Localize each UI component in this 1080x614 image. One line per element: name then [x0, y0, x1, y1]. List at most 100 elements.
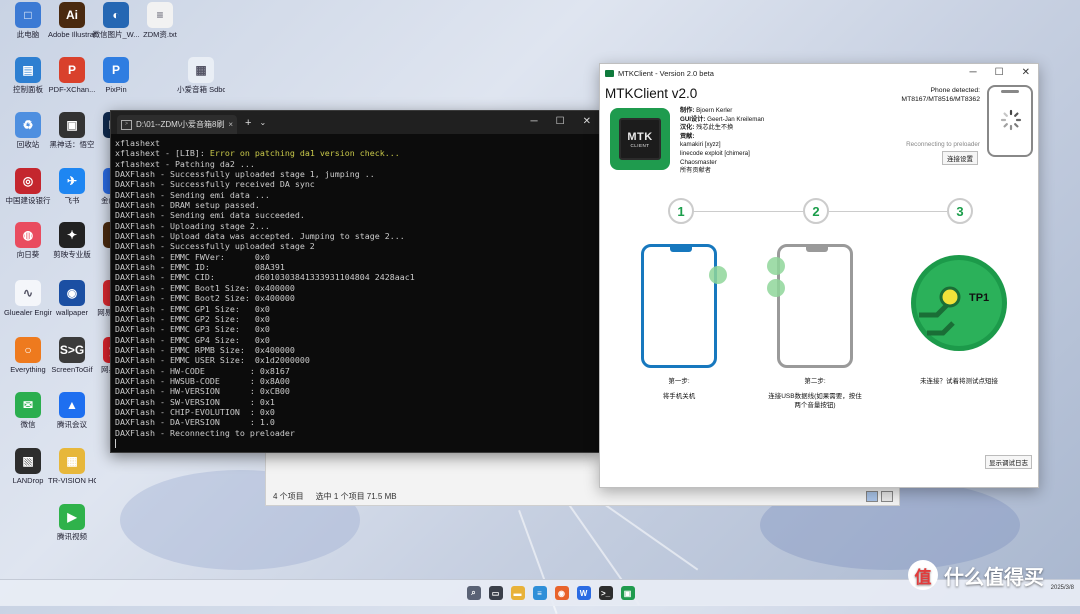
- desktop-icon-label: wallpaper: [55, 308, 89, 317]
- explorer-icon[interactable]: ▬: [510, 586, 525, 600]
- chevron-down-icon[interactable]: ⌄: [259, 118, 266, 127]
- credit-line: kamakiri [xyzz]: [680, 141, 764, 150]
- desktop-icon-label: Adobe Illustrat...: [48, 30, 96, 39]
- phone-notch: [670, 247, 692, 252]
- clock-date[interactable]: 2025/3/8: [1051, 585, 1074, 592]
- desktop-icon[interactable]: ≡ ZDM资.txt: [136, 2, 184, 39]
- explorer-selection-info: 选中 1 个项目 71.5 MB: [315, 492, 397, 501]
- credits-list: 制作: Bjoern Kerler GUI设计: Geert-Jan Kreile…: [680, 107, 764, 176]
- desktop-icon[interactable]: ∿ Gluealer Engine...: [4, 280, 52, 317]
- mtk-logo: MTK CLIENT: [610, 108, 670, 170]
- credit-role: GUI设计:: [680, 115, 706, 123]
- desktop-icon-label: 控制面板: [13, 85, 43, 94]
- desktop-icon[interactable]: ▧ LANDrop: [4, 448, 52, 485]
- desktop-icon[interactable]: ✦ 剪映专业版: [48, 222, 96, 259]
- explorer-view-toggles: [866, 491, 893, 502]
- desktop-icon[interactable]: ◎ 中国建设银行: [4, 168, 52, 205]
- terminal-tab[interactable]: > D:\01--ZDM\小爱音箱8刷机\刷 ×: [117, 115, 237, 134]
- wps-icon[interactable]: W: [576, 586, 591, 600]
- credit-name: linecode exploit [chimera]: [680, 149, 750, 157]
- terminal-line-text: DAXFlash - HW-VERSION : 0xCB00: [115, 386, 290, 397]
- desktop-icon[interactable]: Ai Adobe Illustrat...: [48, 2, 96, 39]
- credit-line: linecode exploit [chimera]: [680, 150, 764, 159]
- desktop-icon-label: Gluealer Engine...: [4, 308, 52, 317]
- terminal-line: DAXFlash - Successfully received DA sync: [115, 179, 595, 189]
- desktop-icon[interactable]: ○ Everything: [4, 337, 52, 374]
- connection-settings-button[interactable]: 连接设置: [942, 151, 978, 165]
- search-icon[interactable]: ⌕: [466, 586, 481, 600]
- app-icon: ≡: [147, 2, 173, 28]
- close-tab-icon[interactable]: ×: [228, 120, 233, 129]
- tiles-view-icon[interactable]: [881, 491, 893, 502]
- terminal-line-text: DAXFlash - Sending emi data succeeded.: [115, 210, 305, 221]
- app-icon: S>G: [59, 337, 85, 363]
- terminal-line: xflashext: [115, 138, 595, 148]
- desktop-icon-label: 腾讯视频: [57, 532, 87, 541]
- volume-button-dot: [767, 279, 785, 297]
- desktop-icon[interactable]: P PixPin: [92, 57, 140, 94]
- details-view-icon[interactable]: [866, 491, 878, 502]
- terminal-line-text: DAXFlash - EMMC CID: d601030384133393110…: [115, 272, 415, 283]
- desktop-icon-label: 剪映专业版: [53, 250, 91, 259]
- smzdm-watermark: 值 什么值得买: [908, 560, 1044, 590]
- step-2-description-line-2: 两个音量按钮): [794, 402, 836, 409]
- terminal-line: DAXFlash - DRAM setup passed.: [115, 200, 595, 210]
- desktop-icon[interactable]: ◍ 向日葵: [4, 222, 52, 259]
- terminal-output[interactable]: xflashext xflashext - [LIB]: Error on pat…: [111, 134, 599, 448]
- watermark-text: 什么值得买: [944, 566, 1044, 589]
- maximize-icon[interactable]: ☐: [556, 116, 565, 127]
- app-icon: P: [103, 57, 129, 83]
- desktop-icon-label: 黑神话：悟空: [49, 140, 95, 149]
- terminal-line: DAXFlash - EMMC RPMB Size: 0x400000: [115, 345, 595, 355]
- maximize-icon[interactable]: ☐: [995, 67, 1004, 78]
- desktop-icon[interactable]: ▦ TR-VISION HOME: [48, 448, 96, 485]
- desktop-icon-label: 回收站: [16, 140, 40, 149]
- terminal-line-text: DAXFlash - EMMC GP1 Size: 0x0: [115, 303, 270, 314]
- desktop-icon[interactable]: ▶ 腾讯视频: [48, 504, 96, 541]
- app-icon: ◎: [15, 168, 41, 194]
- minimize-icon[interactable]: ─: [531, 116, 538, 127]
- desktop-icon[interactable]: ▦ 小爱音箱 Sdbox: [177, 57, 225, 94]
- notepad-icon[interactable]: ≡: [532, 586, 547, 600]
- terminal-line: DAXFlash - Reconnecting to preloader: [115, 428, 595, 438]
- desktop-icon-label: 微信图片_W...: [92, 30, 140, 39]
- terminal-line-text: DAXFlash - EMMC USER Size: 0x1d2000000: [115, 355, 310, 366]
- credit-line: Chaosmaster: [680, 159, 764, 168]
- show-debug-log-button[interactable]: 显示调试日志: [985, 455, 1032, 469]
- chip-icon: MTK CLIENT: [619, 118, 661, 160]
- terminal-line: DAXFlash - EMMC GP4 Size: 0x0: [115, 335, 595, 345]
- mtk-window-title: MTKClient - Version 2.0 beta: [618, 68, 714, 78]
- terminal-line: DAXFlash - EMMC Boot1 Size: 0x400000: [115, 283, 595, 293]
- logo-subtext: CLIENT: [630, 142, 650, 148]
- firefox-icon[interactable]: ◉: [554, 586, 569, 600]
- terminal-icon[interactable]: >_: [598, 586, 613, 600]
- close-icon[interactable]: ✕: [1022, 67, 1030, 78]
- desktop-icon[interactable]: ✉ 微信: [4, 392, 52, 429]
- system-tray: 2025/3/8: [1051, 585, 1074, 592]
- desktop-icon[interactable]: □ 此电脑: [4, 2, 52, 39]
- desktop-icon[interactable]: ▣ 黑神话：悟空: [48, 112, 96, 149]
- terminal-line: DAXFlash - EMMC FWVer: 0x0: [115, 252, 595, 262]
- mtk-icon[interactable]: ▣: [620, 586, 635, 600]
- desktop-icon-label: TR-VISION HOME: [48, 476, 96, 485]
- new-tab-icon[interactable]: +: [245, 117, 251, 129]
- mtkclient-window[interactable]: MTKClient - Version 2.0 beta ─ ☐ ✕ MTKCl…: [599, 63, 1039, 488]
- desktop-icon[interactable]: ◉ wallpaper: [48, 280, 96, 317]
- terminal-window[interactable]: > D:\01--ZDM\小爱音箱8刷机\刷 × + ⌄ ─ ☐ ✕ xflas…: [110, 110, 600, 453]
- close-icon[interactable]: ✕: [583, 116, 591, 127]
- minimize-icon[interactable]: ─: [970, 67, 977, 78]
- mtk-window-controls: ─ ☐ ✕: [970, 67, 1030, 78]
- desktop-icon[interactable]: ▲ 腾讯会议: [48, 392, 96, 429]
- desktop-icon[interactable]: ✈ 飞书: [48, 168, 96, 205]
- start-button[interactable]: [446, 587, 459, 600]
- desktop-icon[interactable]: ◐ 微信图片_W...: [92, 2, 140, 39]
- terminal-line-text: DAXFlash - Upload data was accepted. Jum…: [115, 231, 405, 242]
- app-icon: ◍: [15, 222, 41, 248]
- desktop-icon[interactable]: P PDF-XChan...: [48, 57, 96, 94]
- desktop-icon[interactable]: S>G ScreenToGif: [48, 337, 96, 374]
- desktop-icon[interactable]: ▤ 控制面板: [4, 57, 52, 94]
- desktop-icon[interactable]: ♻ 回收站: [4, 112, 52, 149]
- credit-name: 所有贡献者: [680, 167, 711, 175]
- step-connector: [693, 211, 805, 212]
- task-view-icon[interactable]: ▭: [488, 586, 503, 600]
